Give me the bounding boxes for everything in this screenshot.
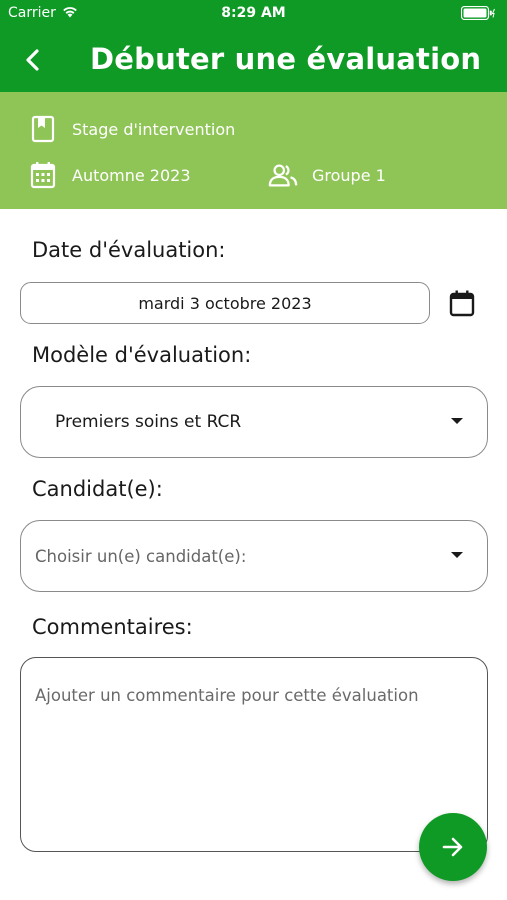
info-banner: Stage d'intervention Automne 2023 Groupe… <box>0 92 507 209</box>
calendar-icon <box>28 160 58 190</box>
status-time: 8:29 AM <box>221 5 286 21</box>
comments-label: Commentaires: <box>32 615 193 639</box>
dropdown-arrow-icon <box>451 418 463 424</box>
arrow-right-icon <box>442 837 463 857</box>
model-select[interactable]: Premiers soins et RCR <box>20 386 488 458</box>
group-name: Groupe 1 <box>312 165 386 185</box>
comments-textarea[interactable] <box>20 657 488 852</box>
chevron-left-icon <box>26 49 39 71</box>
course-name: Stage d'intervention <box>72 119 236 139</box>
group-row: Groupe 1 <box>268 160 386 190</box>
bookmark-book-icon <box>28 114 58 144</box>
model-label: Modèle d'évaluation: <box>32 343 252 367</box>
candidate-select[interactable]: Choisir un(e) candidat(e): <box>20 520 488 592</box>
page-title: Débuter une évaluation <box>90 42 482 76</box>
calendar-button[interactable] <box>446 287 478 319</box>
term-name: Automne 2023 <box>72 165 191 185</box>
course-row: Stage d'intervention <box>28 114 235 144</box>
dropdown-arrow-icon <box>451 552 463 558</box>
calendar-icon <box>449 290 475 317</box>
term-row: Automne 2023 <box>28 160 191 190</box>
date-label: Date d'évaluation: <box>32 238 226 262</box>
app-bar: Débuter une évaluation <box>0 28 507 92</box>
group-people-icon <box>268 160 298 190</box>
candidate-label: Candidat(e): <box>32 477 163 501</box>
battery-charging-icon <box>460 5 495 24</box>
candidate-select-placeholder: Choisir un(e) candidat(e): <box>35 546 247 566</box>
model-select-value: Premiers soins et RCR <box>55 412 242 432</box>
back-button[interactable] <box>14 42 50 78</box>
next-button[interactable] <box>419 813 487 881</box>
status-bar: Carrier 8:29 AM <box>0 0 507 28</box>
date-field[interactable]: mardi 3 octobre 2023 <box>20 282 430 324</box>
